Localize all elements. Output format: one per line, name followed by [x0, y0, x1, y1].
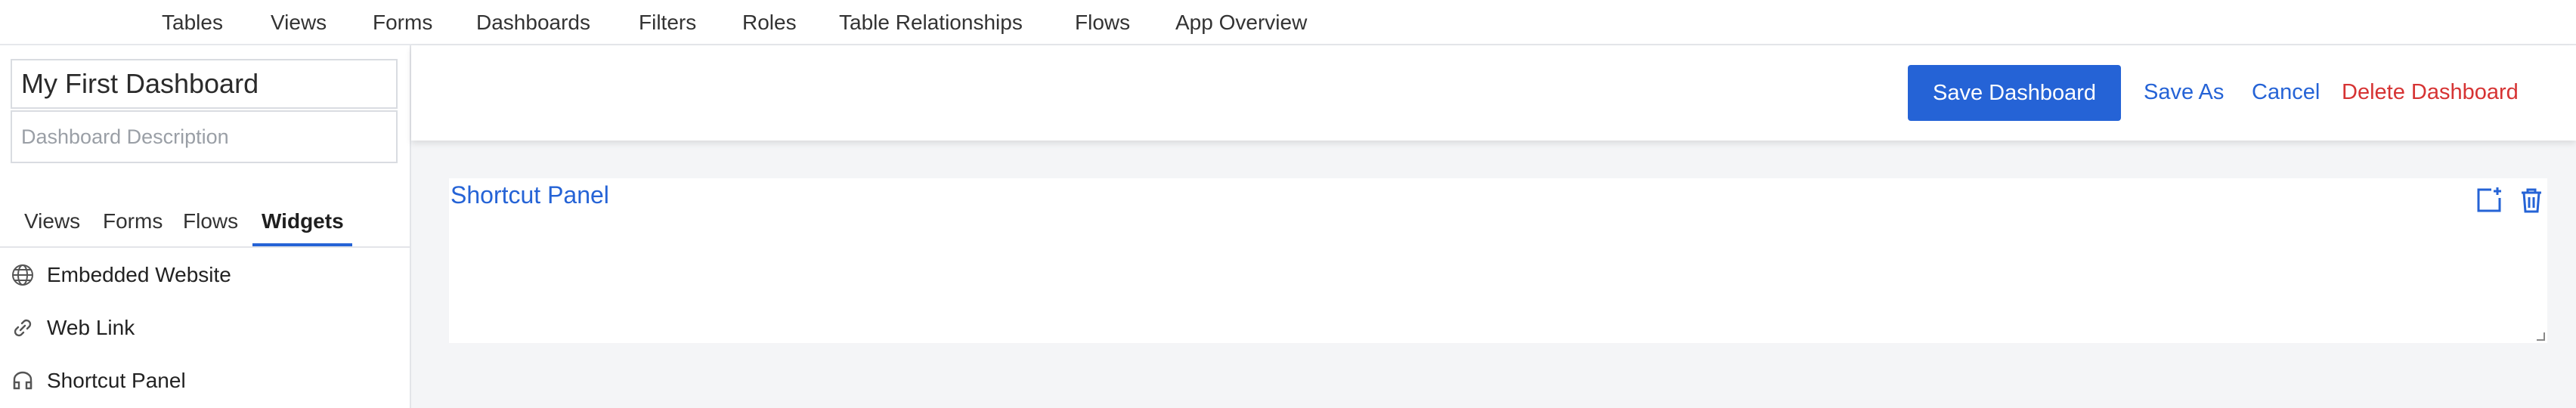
action-bar: Save Dashboard Save As Cancel Delete Das… [411, 45, 2576, 141]
nav-item-views[interactable]: Views [271, 9, 327, 36]
tab-views[interactable]: Views [24, 209, 80, 234]
widget-item-web-link[interactable]: Web Link [0, 305, 410, 351]
save-as-button[interactable]: Save As [2144, 79, 2224, 106]
dashboard-description-input[interactable] [11, 110, 398, 163]
resize-handle-icon[interactable] [2535, 331, 2546, 342]
widget-item-label: Web Link [47, 316, 135, 339]
shortcut-panel-icon [11, 369, 35, 393]
nav-item-flows[interactable]: Flows [1075, 9, 1130, 36]
dashboard-title-input[interactable] [11, 59, 398, 109]
nav-item-forms[interactable]: Forms [373, 9, 432, 36]
panel-title: Shortcut Panel [450, 181, 609, 209]
top-navigation: Tables Views Forms Dashboards Filters Ro… [0, 0, 2576, 45]
widget-item-label: Shortcut Panel [47, 369, 186, 392]
widget-item-shortcut-panel[interactable]: Shortcut Panel [0, 358, 410, 403]
active-tab-indicator [252, 243, 352, 246]
link-icon [11, 316, 35, 340]
tab-forms[interactable]: Forms [103, 209, 163, 234]
nav-item-app-overview[interactable]: App Overview [1175, 9, 1307, 36]
widget-item-label: Embedded Website [47, 263, 231, 286]
dashboard-canvas: Save Dashboard Save As Cancel Delete Das… [411, 45, 2576, 408]
tab-widgets[interactable]: Widgets [262, 209, 344, 234]
globe-icon [11, 263, 35, 287]
nav-item-dashboards[interactable]: Dashboards [476, 9, 590, 36]
tab-flows[interactable]: Flows [183, 209, 238, 234]
shortcut-panel-widget[interactable]: Shortcut Panel [449, 178, 2547, 343]
sidebar-tabs: Views Forms Flows Widgets [0, 196, 410, 248]
nav-item-table-relationships[interactable]: Table Relationships [839, 9, 1023, 36]
sidebar: Views Forms Flows Widgets Embedded Websi… [0, 45, 411, 408]
nav-item-roles[interactable]: Roles [742, 9, 797, 36]
cancel-button[interactable]: Cancel [2252, 79, 2320, 106]
trash-icon[interactable] [2517, 186, 2546, 215]
save-dashboard-button[interactable]: Save Dashboard [1908, 65, 2121, 121]
widget-item-embedded-website[interactable]: Embedded Website [0, 252, 410, 298]
delete-dashboard-button[interactable]: Delete Dashboard [2342, 79, 2519, 106]
add-shortcut-icon[interactable] [2475, 186, 2503, 215]
nav-item-filters[interactable]: Filters [639, 9, 696, 36]
nav-item-tables[interactable]: Tables [162, 9, 223, 36]
